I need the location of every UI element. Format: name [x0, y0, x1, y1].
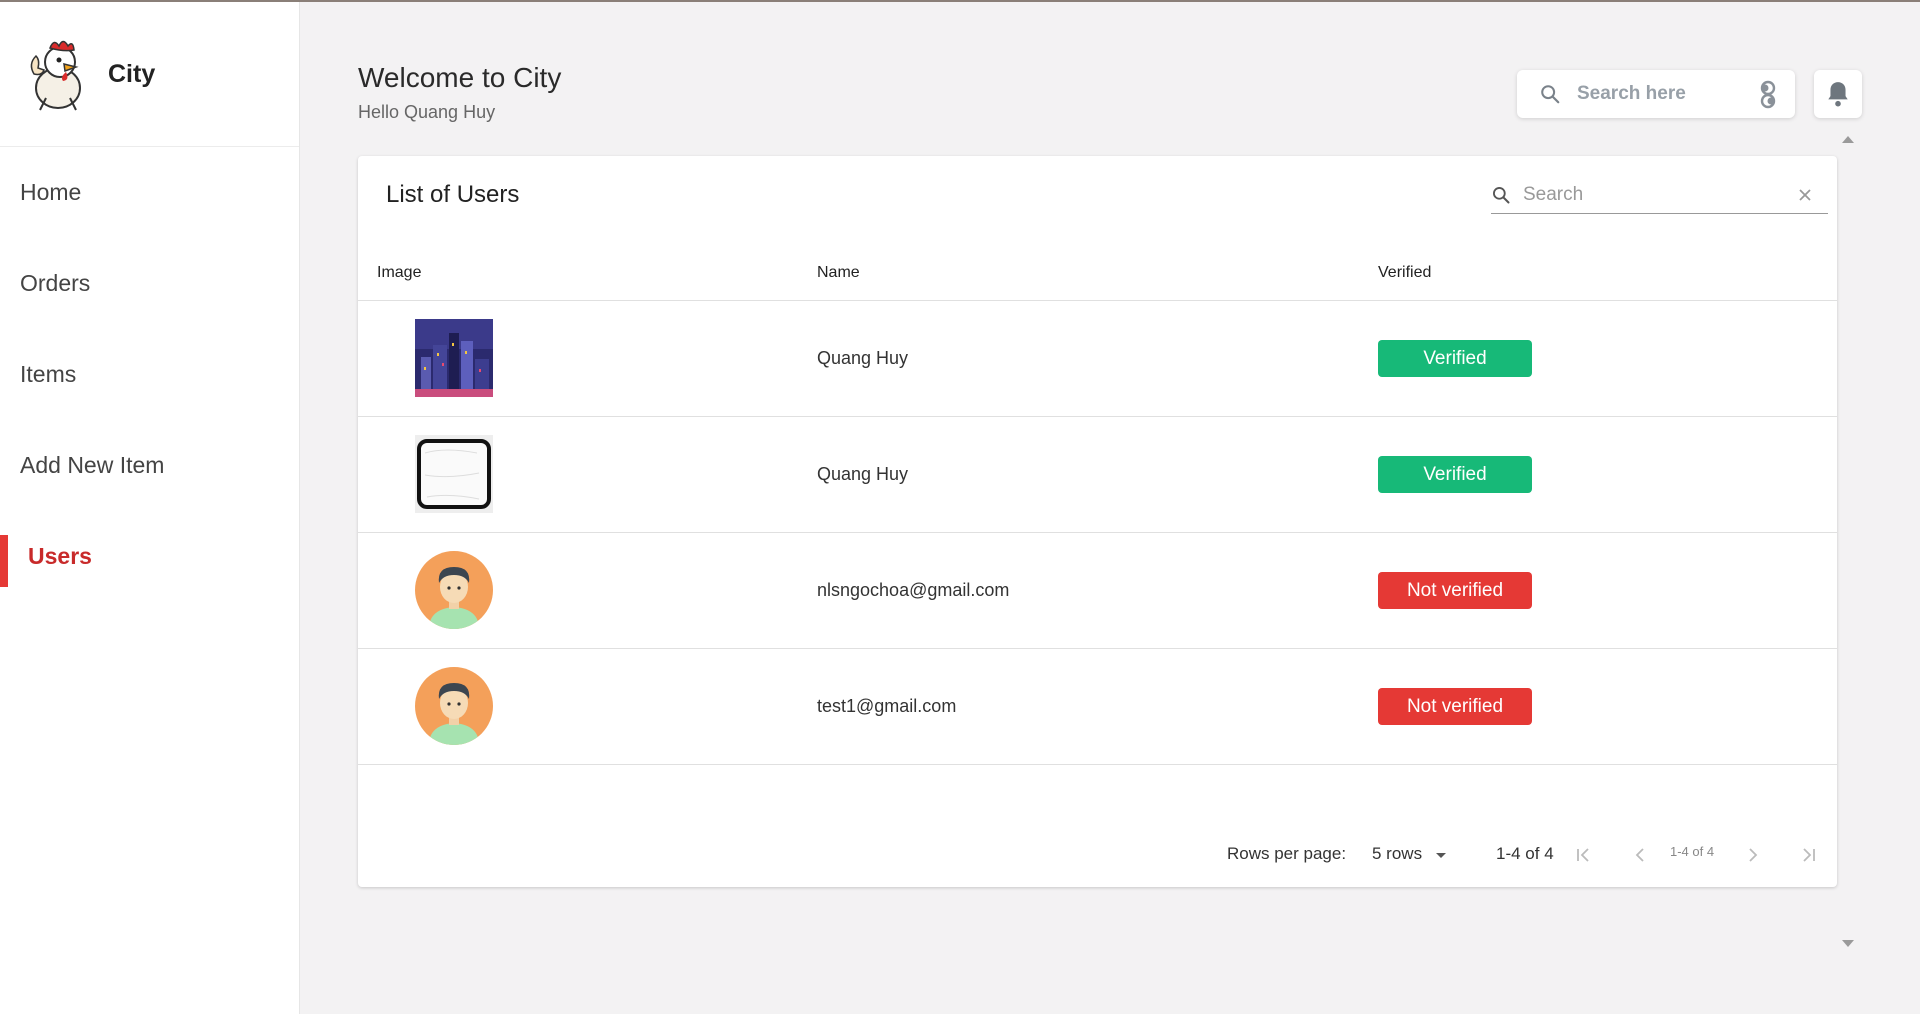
scrollbar-down-arrow[interactable] — [1842, 940, 1854, 947]
column-header-verified[interactable]: Verified — [1378, 246, 1837, 301]
rooster-logo-icon — [30, 40, 81, 111]
table-row[interactable]: test1@gmail.com Not verified — [358, 648, 1837, 765]
rows-per-page-value: 5 rows — [1372, 844, 1423, 863]
search-icon — [1541, 85, 1560, 104]
first-page-icon[interactable] — [1574, 845, 1594, 865]
global-search-input[interactable]: Search here — [1577, 83, 1755, 105]
sidebar-item-orders[interactable]: Orders — [0, 238, 299, 329]
previous-page-icon[interactable] — [1630, 845, 1650, 865]
not-verified-badge[interactable]: Not verified — [1378, 687, 1532, 725]
default-avatar-icon — [415, 551, 493, 629]
clear-search-icon[interactable] — [1796, 186, 1814, 204]
user-name: nlsngochoa@gmail.com — [817, 532, 1378, 649]
rows-per-page-label: Rows per page: — [1227, 844, 1347, 863]
table-row[interactable]: Quang Huy Verified — [358, 416, 1837, 533]
sidebar-item-home[interactable]: Home — [0, 147, 299, 238]
users-table: Image Name Verified Quang Huy Verified Q… — [358, 246, 1837, 765]
scrollbar-up-arrow[interactable] — [1842, 136, 1854, 143]
table-search — [1491, 176, 1828, 214]
bull-shit-sticker-thumbnail — [415, 435, 493, 513]
column-header-image[interactable]: Image — [358, 246, 817, 301]
next-page-icon[interactable] — [1743, 845, 1763, 865]
page-range: 1-4 of 4 — [1496, 844, 1554, 863]
global-search[interactable]: Search here — [1517, 70, 1795, 118]
sidebar-item-items[interactable]: Items — [0, 329, 299, 420]
column-header-name[interactable]: Name — [817, 246, 1378, 301]
sidebar-item-users[interactable]: Users — [0, 511, 299, 602]
notifications-button[interactable] — [1814, 70, 1862, 118]
users-card-title: List of Users — [386, 181, 520, 208]
table-row[interactable]: Quang Huy Verified — [358, 300, 1837, 417]
users-card: List of Users Image Name Verified — [358, 156, 1837, 887]
sidebar-nav: Home Orders Items Add New Item Users — [0, 147, 299, 602]
page-subtitle: Hello Quang Huy — [358, 102, 496, 122]
user-name: test1@gmail.com — [817, 648, 1378, 765]
search-icon — [1493, 186, 1510, 203]
last-page-icon[interactable] — [1798, 845, 1818, 865]
default-avatar-icon — [415, 667, 493, 745]
table-header-row: Image Name Verified — [358, 246, 1837, 301]
verified-badge[interactable]: Verified — [1378, 455, 1532, 493]
not-verified-badge[interactable]: Not verified — [1378, 571, 1532, 609]
filter-toggle-icon[interactable] — [1755, 79, 1781, 109]
pagination: Rows per page: 5 rows 1-4 of 4 1-4 of 4 — [358, 840, 1837, 870]
page-range-compact: 1-4 of 4 — [1670, 844, 1715, 859]
table-search-input[interactable] — [1523, 183, 1796, 206]
verified-badge[interactable]: Verified — [1378, 339, 1532, 377]
table-row[interactable]: nlsngochoa@gmail.com Not verified — [358, 532, 1837, 649]
city-night-thumbnail — [415, 319, 493, 397]
dropdown-arrow-icon — [1436, 853, 1447, 858]
sidebar-item-add-new-item[interactable]: Add New Item — [0, 420, 299, 511]
brand[interactable]: City — [0, 2, 299, 147]
sidebar: City Home Orders Items Add New Item User… — [0, 2, 300, 1014]
page-title: Welcome to City — [358, 62, 562, 93]
brand-name: City — [108, 59, 156, 88]
user-name: Quang Huy — [817, 300, 1378, 417]
user-name: Quang Huy — [817, 416, 1378, 533]
rows-per-page-select[interactable]: 5 rows — [1372, 844, 1454, 864]
bell-icon — [1828, 82, 1848, 107]
